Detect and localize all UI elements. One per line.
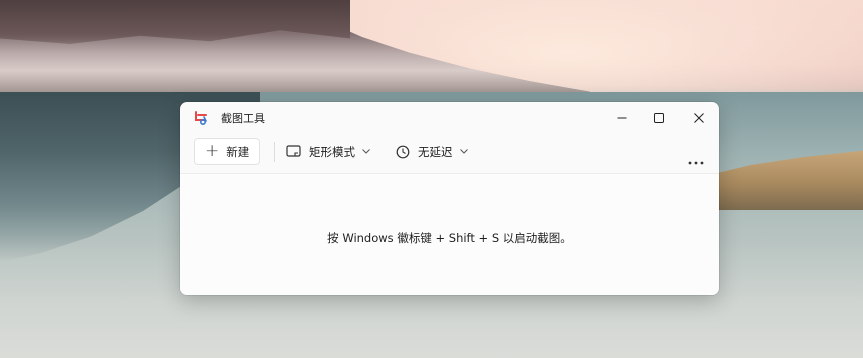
chevron-down-icon xyxy=(459,149,468,154)
snip-mode-dropdown[interactable]: 矩形模式 xyxy=(286,138,378,165)
delay-label: 无延迟 xyxy=(418,144,453,159)
maximize-button[interactable] xyxy=(642,106,676,128)
maximize-icon xyxy=(654,108,664,127)
snipping-tool-window: 截图工具 + 新建 矩形模式 无延迟 按 Windows 徽标键 + Shift… xyxy=(180,102,719,295)
snipping-tool-icon xyxy=(194,110,208,126)
toolbar: + 新建 矩形模式 无延迟 xyxy=(180,135,719,169)
new-snip-button[interactable]: + 新建 xyxy=(194,138,260,165)
toolbar-divider xyxy=(274,142,275,162)
delay-dropdown[interactable]: 无延迟 xyxy=(396,138,476,165)
more-options-button[interactable] xyxy=(688,150,704,169)
title-bar[interactable]: 截图工具 xyxy=(180,102,719,132)
chevron-down-icon xyxy=(362,149,370,154)
snip-mode-label: 矩形模式 xyxy=(309,144,355,159)
minimize-icon xyxy=(617,108,627,127)
close-icon xyxy=(694,108,704,127)
clock-icon xyxy=(396,145,410,158)
new-snip-label: 新建 xyxy=(226,144,250,159)
minimize-button[interactable] xyxy=(605,106,639,128)
shortcut-hint: 按 Windows 徽标键 + Shift + S 以启动截图。 xyxy=(327,231,572,245)
capture-area: 按 Windows 徽标键 + Shift + S 以启动截图。 xyxy=(180,174,719,295)
window-title: 截图工具 xyxy=(221,112,265,125)
close-button[interactable] xyxy=(682,106,716,128)
plus-icon: + xyxy=(205,141,220,161)
more-horizontal-icon xyxy=(688,161,704,165)
rectangle-mode-icon xyxy=(286,145,301,157)
